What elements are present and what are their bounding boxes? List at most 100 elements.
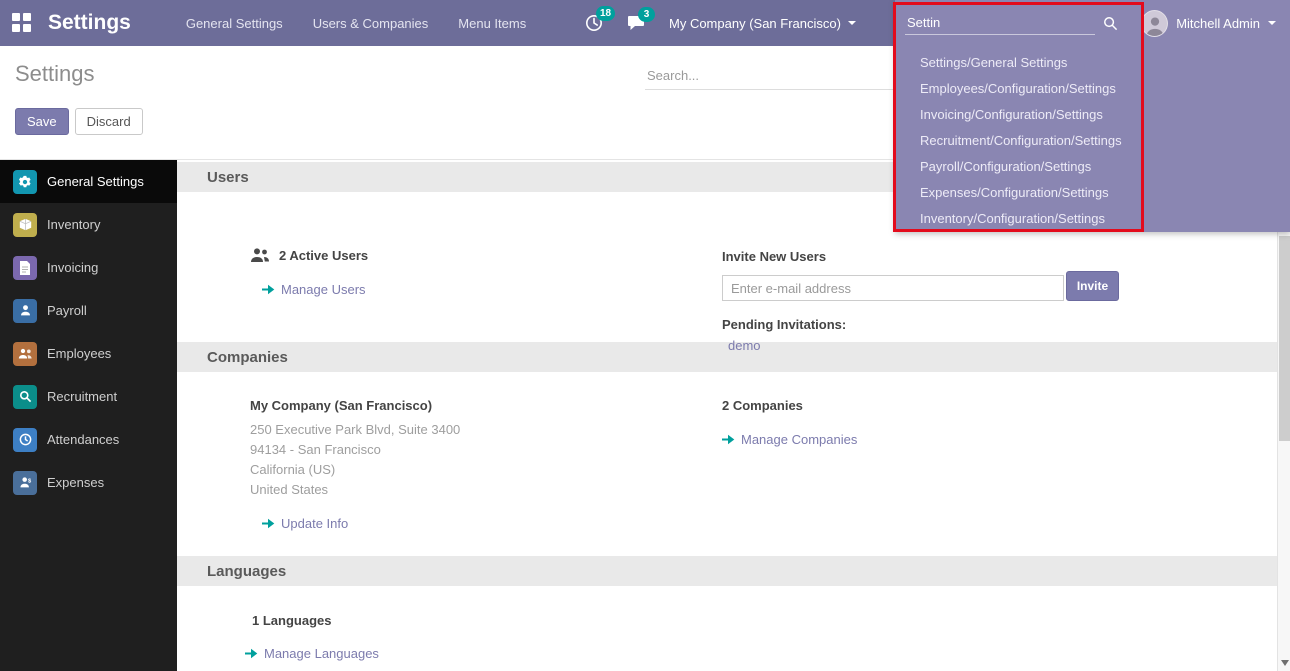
invite-new-users-title: Invite New Users — [722, 249, 826, 264]
search-result-item[interactable]: Settings/General Settings — [895, 50, 1145, 76]
manage-users-link[interactable]: Manage Users — [262, 282, 366, 297]
companies-count: 2 Companies — [722, 398, 803, 413]
update-info-link[interactable]: Update Info — [262, 516, 348, 531]
section-languages: 1 Languages Manage Languages — [177, 586, 1277, 671]
languages-count: 1 Languages — [252, 613, 331, 628]
message-count-badge: 3 — [638, 7, 655, 22]
manage-languages-label: Manage Languages — [264, 646, 379, 661]
invite-button[interactable]: Invite — [1066, 271, 1119, 301]
section-title: Users — [207, 169, 249, 186]
address-line: 94134 - San Francisco — [250, 440, 460, 460]
sidebar-item-employees[interactable]: Employees — [0, 332, 177, 375]
sidebar-item-label: Payroll — [47, 303, 87, 318]
menu-general-settings[interactable]: General Settings — [186, 16, 283, 31]
page-title: Settings — [15, 61, 95, 87]
sidebar-item-label: Inventory — [47, 217, 100, 232]
app-title[interactable]: Settings — [48, 11, 131, 35]
employees-people-icon — [13, 342, 37, 366]
navbar-menu: General Settings Users & Companies Menu … — [186, 16, 526, 31]
search-result-item[interactable]: Recruitment/Configuration/Settings — [895, 128, 1145, 154]
user-menu[interactable]: Mitchell Admin — [1141, 0, 1290, 46]
company-address: 250 Executive Park Blvd, Suite 3400 9413… — [250, 420, 460, 500]
section-companies: My Company (San Francisco) 250 Executive… — [177, 372, 1277, 556]
apps-grid-dot — [23, 13, 31, 21]
update-info-label: Update Info — [281, 516, 348, 531]
control-panel-buttons: Save Discard — [15, 108, 143, 135]
search-result-item[interactable]: Invoicing/Configuration/Settings — [895, 102, 1145, 128]
section-title: Languages — [207, 563, 286, 580]
apps-grid-dot — [23, 24, 31, 32]
company-switcher[interactable]: My Company (San Francisco) — [669, 16, 856, 31]
search-result-item[interactable]: Payroll/Configuration/Settings — [895, 154, 1145, 180]
action-arrow-icon — [722, 434, 735, 445]
activity-count-badge: 18 — [596, 6, 615, 21]
gear-icon — [13, 170, 37, 194]
discard-button[interactable]: Discard — [75, 108, 143, 135]
manage-users-label: Manage Users — [281, 282, 366, 297]
sidebar-item-label: Expenses — [47, 475, 104, 490]
sidebar-item-inventory[interactable]: Inventory — [0, 203, 177, 246]
sidebar-item-invoicing[interactable]: Invoicing — [0, 246, 177, 289]
vertical-scrollbar[interactable] — [1277, 160, 1290, 671]
avatar-person-icon — [1144, 14, 1166, 36]
manage-companies-label: Manage Companies — [741, 432, 857, 447]
action-arrow-icon — [245, 648, 258, 659]
menu-search-input[interactable] — [905, 11, 1095, 35]
invoice-document-icon — [13, 256, 37, 280]
manage-languages-link[interactable]: Manage Languages — [245, 646, 379, 661]
search-icon[interactable] — [1103, 16, 1118, 31]
menu-menu-items[interactable]: Menu Items — [458, 16, 526, 31]
invite-email-field[interactable] — [722, 275, 1064, 301]
action-arrow-icon — [262, 518, 275, 529]
scrollbar-thumb[interactable] — [1279, 236, 1290, 441]
sidebar-item-recruitment[interactable]: Recruitment — [0, 375, 177, 418]
messages-icon[interactable]: 3 — [627, 15, 645, 31]
search-result-item[interactable]: Expenses/Configuration/Settings — [895, 180, 1145, 206]
sidebar-item-payroll[interactable]: Payroll — [0, 289, 177, 332]
sidebar-item-label: General Settings — [47, 174, 144, 189]
settings-form: Users 2 Active Users Manage Users Invite… — [177, 160, 1277, 671]
active-users-count: 2 Active Users — [279, 248, 368, 263]
menu-search-results: Settings/General Settings Employees/Conf… — [895, 50, 1145, 232]
payroll-person-icon — [13, 299, 37, 323]
avatar — [1141, 10, 1168, 37]
sidebar-item-general-settings[interactable]: General Settings — [0, 160, 177, 203]
address-line: United States — [250, 480, 460, 500]
systray: 18 3 My Company (San Francisco) — [585, 0, 856, 46]
save-button[interactable]: Save — [15, 108, 69, 135]
attendances-clock-icon — [13, 428, 37, 452]
action-arrow-icon — [262, 284, 275, 295]
address-line: 250 Executive Park Blvd, Suite 3400 — [250, 420, 460, 440]
menu-users-companies[interactable]: Users & Companies — [313, 16, 429, 31]
search-result-item[interactable]: Inventory/Configuration/Settings — [895, 206, 1145, 232]
apps-grid-dot — [12, 13, 20, 21]
sidebar-item-label: Recruitment — [47, 389, 117, 404]
menu-search-box — [905, 0, 1155, 46]
activities-clock-icon[interactable]: 18 — [585, 14, 603, 32]
sidebar-item-attendances[interactable]: Attendances — [0, 418, 177, 461]
inventory-box-icon — [13, 213, 37, 237]
apps-grid-dot — [12, 24, 20, 32]
triangle-down-icon — [1281, 660, 1289, 666]
scrollbar-down-button[interactable] — [1278, 657, 1290, 669]
company-name: My Company (San Francisco) — [669, 16, 841, 31]
search-result-item[interactable]: Employees/Configuration/Settings — [895, 76, 1145, 102]
sidebar-item-label: Invoicing — [47, 260, 98, 275]
section-header-languages: Languages — [177, 556, 1277, 586]
settings-sidebar: General Settings Inventory Invoicing Pay… — [0, 160, 177, 671]
active-users: 2 Active Users — [250, 247, 368, 263]
user-name: Mitchell Admin — [1176, 16, 1260, 31]
command-search-dropdown: Settings/General Settings Employees/Conf… — [895, 0, 1290, 232]
expenses-person-icon: $ — [13, 471, 37, 495]
chevron-down-icon — [848, 21, 856, 25]
sidebar-item-expenses[interactable]: $ Expenses — [0, 461, 177, 504]
pending-invitation-demo-link[interactable]: demo — [728, 338, 761, 353]
users-group-icon — [250, 247, 270, 263]
address-line: California (US) — [250, 460, 460, 480]
apps-grid-icon[interactable] — [12, 13, 32, 33]
company-name: My Company (San Francisco) — [250, 398, 432, 413]
svg-text:$: $ — [27, 479, 31, 485]
sidebar-item-label: Employees — [47, 346, 111, 361]
manage-companies-link[interactable]: Manage Companies — [722, 432, 857, 447]
section-header-companies: Companies — [177, 342, 1277, 372]
